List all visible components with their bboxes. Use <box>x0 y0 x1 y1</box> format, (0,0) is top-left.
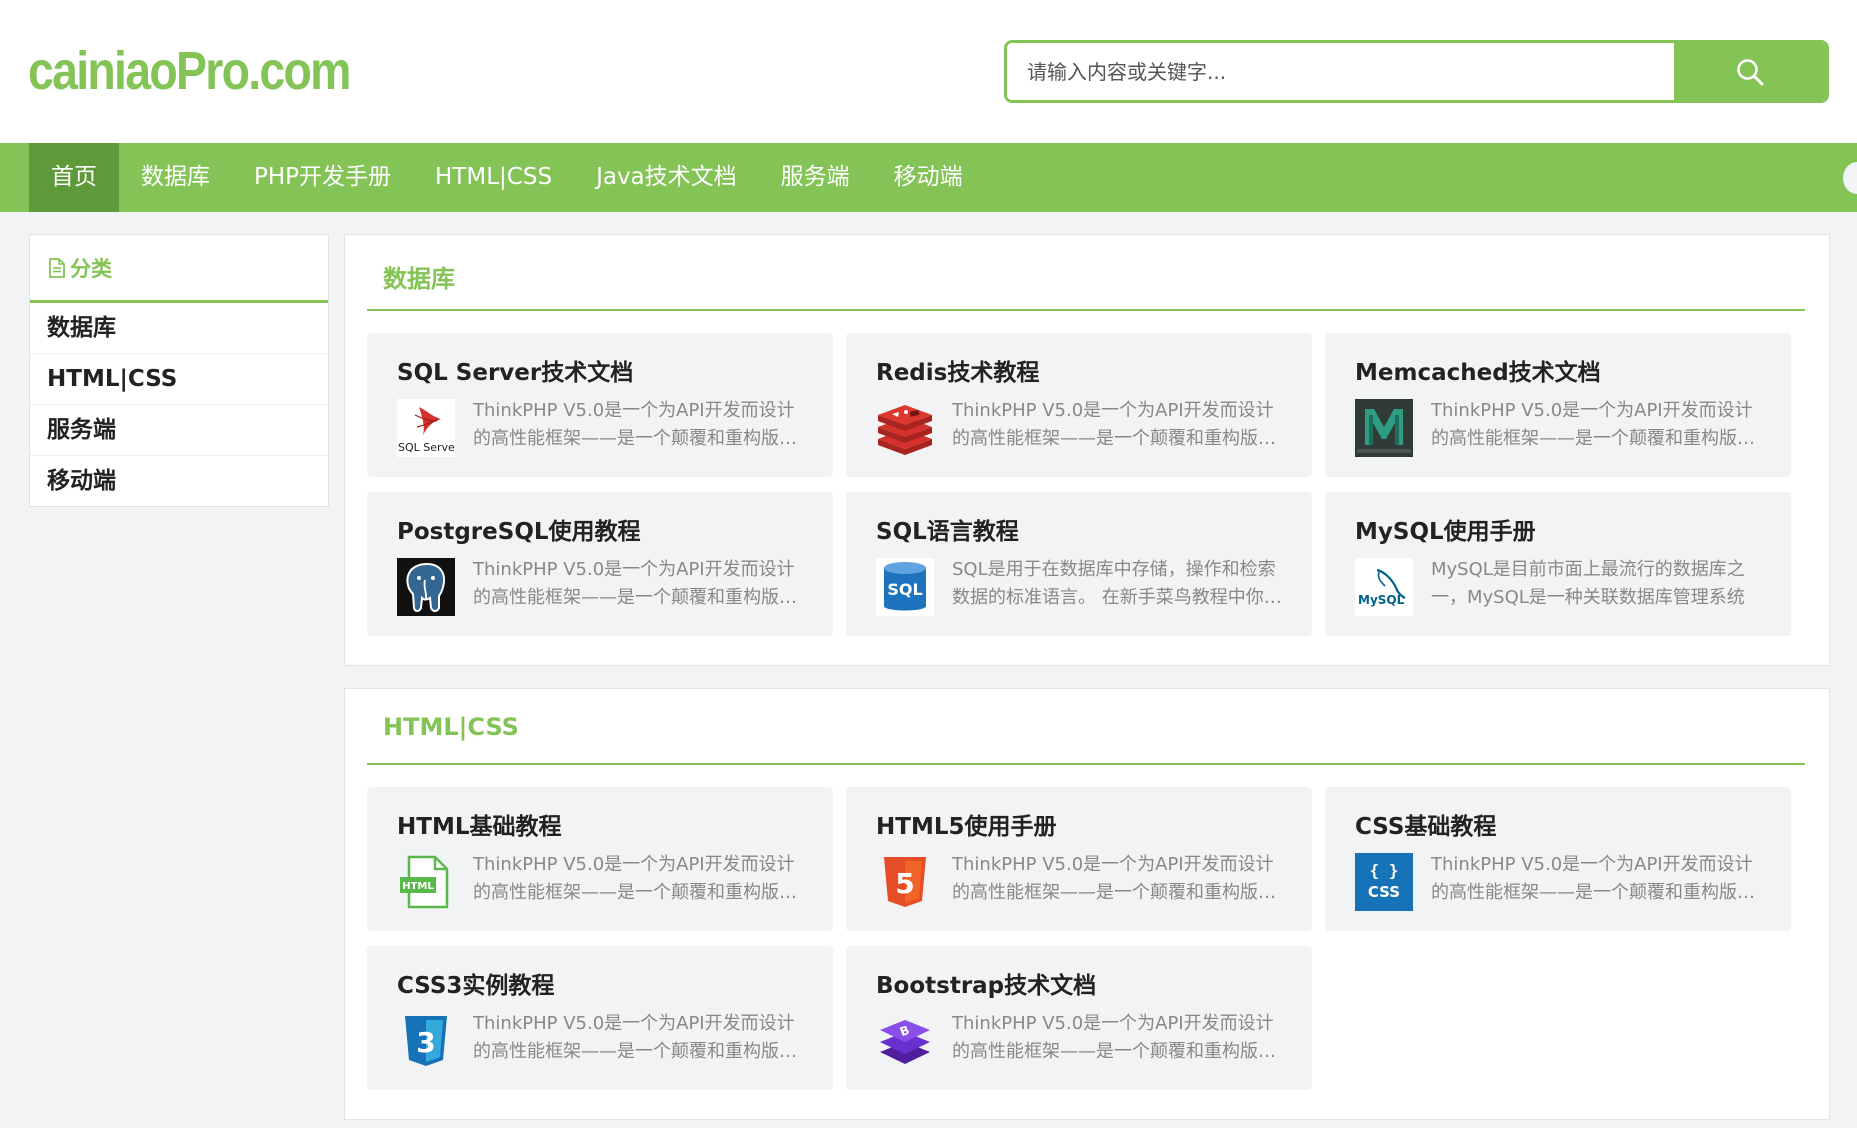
card-sql-language[interactable]: SQL语言教程 SQL SQL是用于在数据库中存储，操作和检索数据的标准语言。 … <box>846 492 1312 636</box>
svg-text:HTML: HTML <box>402 881 434 892</box>
html-file-icon: HTML <box>397 853 455 911</box>
card-description: SQL是用于在数据库中存储，操作和检索数据的标准语言。 在新手菜鸟教程中你将学到 <box>952 559 1282 608</box>
site-logo[interactable]: cainiaoPro.com <box>28 40 351 102</box>
nav-item-home[interactable]: 首页 <box>29 143 119 212</box>
card-css3-examples[interactable]: CSS3实例教程 3 ThinkPHP V5.0是一个为API开发而设计的高性能… <box>367 946 833 1090</box>
sql-logo-icon: SQL <box>876 558 934 616</box>
section-divider <box>367 309 1805 311</box>
nav-item-java-docs[interactable]: Java技术文档 <box>574 143 759 212</box>
svg-text:{ }: { } <box>1370 861 1399 880</box>
search-button[interactable] <box>1674 43 1826 100</box>
nav-item-database[interactable]: 数据库 <box>119 143 232 212</box>
card-description: ThinkPHP V5.0是一个为API开发而设计的高性能框架——是一个颠覆和重… <box>473 854 797 903</box>
card-redis[interactable]: Redis技术教程 ThinkPHP V5.0是一个为API开发而设计的高性能框… <box>846 333 1312 477</box>
card-title: MySQL使用手册 <box>1355 519 1536 545</box>
card-title: CSS3实例教程 <box>397 973 555 999</box>
svg-text:5: 5 <box>895 867 914 900</box>
sidebar-item-html-css[interactable]: HTML|CSS <box>30 354 328 405</box>
card-html-basics[interactable]: HTML基础教程 HTML ThinkPHP V5.0是一个为API开发而设计的… <box>367 787 833 931</box>
card-bootstrap[interactable]: Bootstrap技术文档 B ThinkPHP V5.0是一个为API开发而设… <box>846 946 1312 1090</box>
category-sidebar: 分类 数据库 HTML|CSS 服务端 移动端 <box>29 234 329 507</box>
card-title: Memcached技术文档 <box>1355 360 1601 386</box>
section-html-css: HTML|CSS HTML基础教程 HTML ThinkPHP V5.0是一个为… <box>344 688 1830 1120</box>
section-title: HTML|CSS <box>383 713 519 741</box>
card-description: ThinkPHP V5.0是一个为API开发而设计的高性能框架——是一个颠覆和重… <box>952 854 1276 903</box>
card-sqlserver[interactable]: SQL Server技术文档 SQL Server ThinkPHP V5.0是… <box>367 333 833 477</box>
svg-text:MySQL: MySQL <box>1358 593 1405 607</box>
sidebar-item-mobile[interactable]: 移动端 <box>30 456 328 507</box>
card-description: ThinkPHP V5.0是一个为API开发而设计的高性能框架——是一个颠覆和重… <box>1431 854 1755 903</box>
search-input[interactable] <box>1007 43 1674 100</box>
section-divider <box>367 763 1805 765</box>
css3-logo-icon: 3 <box>397 1012 455 1070</box>
card-description: ThinkPHP V5.0是一个为API开发而设计的高性能框架——是一个颠覆和重… <box>952 400 1276 449</box>
card-title: Redis技术教程 <box>876 360 1040 386</box>
svg-text:SQL: SQL <box>887 580 922 599</box>
card-title: CSS基础教程 <box>1355 814 1497 840</box>
mysql-logo-icon: MySQL <box>1355 558 1413 616</box>
card-description: MySQL是目前市面上最流行的数据库之一，MySQL是一种关联数据库管理系统 <box>1431 559 1745 608</box>
svg-text:3: 3 <box>416 1026 435 1059</box>
svg-text:SQL Server: SQL Server <box>398 441 455 454</box>
bootstrap-logo-icon: B <box>876 1012 934 1070</box>
sidebar-header: 分类 <box>30 235 328 303</box>
card-postgresql[interactable]: PostgreSQL使用教程 ThinkPHP V5.0是一个为API开发而设计… <box>367 492 833 636</box>
sidebar-list: 数据库 HTML|CSS 服务端 移动端 <box>30 303 328 507</box>
card-memcached[interactable]: Memcached技术文档 ThinkPHP V5.0是一个为API开发而设计的… <box>1325 333 1791 477</box>
search-icon <box>1737 58 1764 85</box>
main-nav: 首页 数据库 PHP开发手册 HTML|CSS Java技术文档 服务端 移动端 <box>0 143 1857 212</box>
card-title: HTML5使用手册 <box>876 814 1057 840</box>
card-title: SQL语言教程 <box>876 519 1019 545</box>
nav-item-php-manual[interactable]: PHP开发手册 <box>232 143 413 212</box>
sqlserver-logo-icon: SQL Server <box>397 399 455 457</box>
card-css-basics[interactable]: CSS基础教程 { } CSS ThinkPHP V5.0是一个为API开发而设… <box>1325 787 1791 931</box>
card-title: PostgreSQL使用教程 <box>397 519 641 545</box>
card-description: ThinkPHP V5.0是一个为API开发而设计的高性能框架——是一个颠覆和重… <box>473 1013 797 1062</box>
redis-logo-icon <box>876 399 934 457</box>
nav-item-html-css[interactable]: HTML|CSS <box>413 143 574 212</box>
card-title: HTML基础教程 <box>397 814 562 840</box>
sidebar-title: 分类 <box>70 256 112 281</box>
postgresql-logo-icon <box>397 558 455 616</box>
search-bar <box>1004 40 1829 103</box>
card-description: ThinkPHP V5.0是一个为API开发而设计的高性能框架——是一个颠覆和重… <box>473 559 797 608</box>
card-mysql[interactable]: MySQL使用手册 MySQL MySQL是目前市面上最流行的数据库之一，MyS… <box>1325 492 1791 636</box>
section-title: 数据库 <box>383 265 455 293</box>
section-database: 数据库 SQL Server技术文档 SQL Server ThinkPHP V… <box>344 234 1830 666</box>
sidebar-item-database[interactable]: 数据库 <box>30 303 328 354</box>
memcached-logo-icon <box>1355 399 1413 457</box>
nav-item-server[interactable]: 服务端 <box>759 143 872 212</box>
document-icon <box>48 257 66 278</box>
card-html5-manual[interactable]: HTML5使用手册 5 ThinkPHP V5.0是一个为API开发而设计的高性… <box>846 787 1312 931</box>
html5-logo-icon: 5 <box>876 853 934 911</box>
card-title: SQL Server技术文档 <box>397 360 634 386</box>
scroll-edge-indicator <box>1843 162 1857 194</box>
svg-text:CSS: CSS <box>1368 883 1400 901</box>
nav-item-mobile[interactable]: 移动端 <box>872 143 985 212</box>
sidebar-item-server[interactable]: 服务端 <box>30 405 328 456</box>
site-header: cainiaoPro.com <box>0 0 1857 143</box>
css-logo-icon: { } CSS <box>1355 853 1413 911</box>
card-description: ThinkPHP V5.0是一个为API开发而设计的高性能框架——是一个颠覆和重… <box>952 1013 1276 1062</box>
card-title: Bootstrap技术文档 <box>876 973 1097 999</box>
card-description: ThinkPHP V5.0是一个为API开发而设计的高性能框架——是一个颠覆和重… <box>1431 400 1755 449</box>
card-description: ThinkPHP V5.0是一个为API开发而设计的高性能框架——是一个颠覆和重… <box>473 400 797 449</box>
